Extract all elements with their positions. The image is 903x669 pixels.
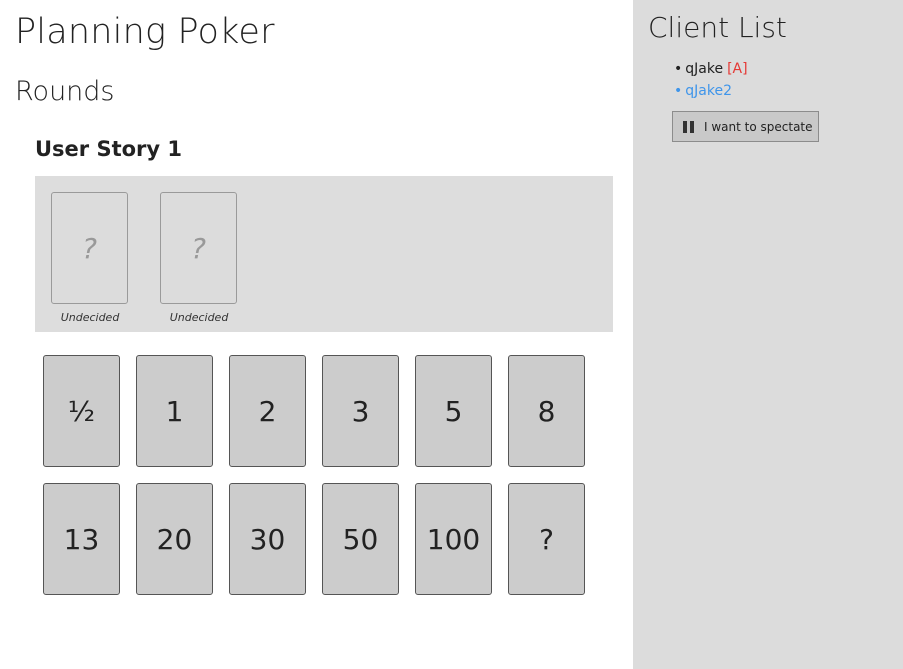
vote-status-label: Undecided <box>60 311 120 324</box>
admin-badge: [A] <box>727 61 748 77</box>
deck-card-2[interactable]: 2 <box>229 355 306 467</box>
main-content: Planning Poker Rounds User Story 1 ? Und… <box>0 0 633 669</box>
deck-card-5[interactable]: 5 <box>415 355 492 467</box>
client-list-sidebar: Client List • qJake [A] • qJake2 I want to … <box>633 0 903 669</box>
client-item-self: • qJake2 <box>674 81 748 103</box>
spectate-button[interactable]: I want to spectate <box>672 111 819 142</box>
bullet-icon: • <box>674 61 683 77</box>
user-story-title: User Story 1 <box>35 137 183 161</box>
deck-card-20[interactable]: 20 <box>136 483 213 595</box>
vote-card-hidden: ? <box>160 192 237 304</box>
deck-card-50[interactable]: 50 <box>322 483 399 595</box>
deck-card-3[interactable]: 3 <box>322 355 399 467</box>
deck-card-question[interactable]: ? <box>508 483 585 595</box>
deck-card-30[interactable]: 30 <box>229 483 306 595</box>
rounds-heading: Rounds <box>15 76 115 107</box>
client-name: qJake2 <box>685 83 732 99</box>
player-vote: ? Undecided <box>51 192 129 324</box>
app-title: Planning Poker <box>15 12 275 52</box>
player-vote: ? Undecided <box>160 192 238 324</box>
vote-status-label: Undecided <box>169 311 229 324</box>
client-item: • qJake [A] <box>674 59 748 81</box>
pause-icon <box>683 120 694 133</box>
bullet-icon: • <box>674 83 683 99</box>
vote-card-hidden: ? <box>51 192 128 304</box>
deck-card-half[interactable]: ½ <box>43 355 120 467</box>
spectate-button-label: I want to spectate <box>704 119 813 134</box>
votes-panel: ? Undecided ? Undecided <box>35 176 613 332</box>
deck-card-1[interactable]: 1 <box>136 355 213 467</box>
deck-card-8[interactable]: 8 <box>508 355 585 467</box>
client-list: • qJake [A] • qJake2 <box>674 59 748 103</box>
deck-card-13[interactable]: 13 <box>43 483 120 595</box>
client-name: qJake <box>685 61 724 77</box>
client-list-title: Client List <box>648 11 787 44</box>
deck-card-100[interactable]: 100 <box>415 483 492 595</box>
